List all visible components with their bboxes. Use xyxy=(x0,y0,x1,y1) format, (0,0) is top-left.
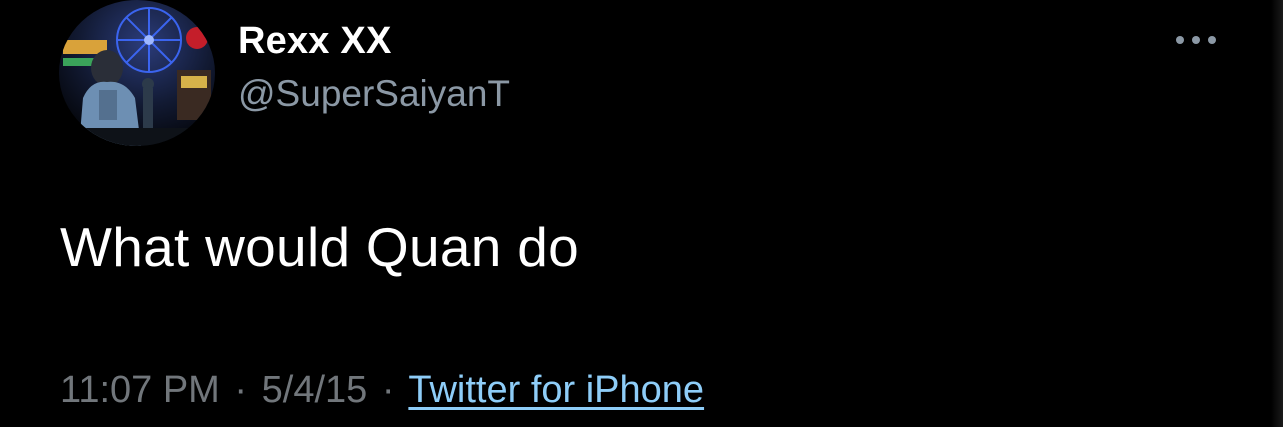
meta-separator: · xyxy=(381,369,395,411)
tweet-date[interactable]: 5/4/15 xyxy=(262,369,368,411)
tweet-card: Rexx XX @SuperSaiyanT What would Quan do… xyxy=(0,0,1283,427)
tweet-text: What would Quan do xyxy=(60,216,580,278)
avatar[interactable] xyxy=(59,0,215,146)
tweet-meta: 11:07 PM · 5/4/15 · Twitter for iPhone xyxy=(60,369,704,412)
more-horizontal-icon xyxy=(1176,36,1216,44)
tweet-source-link[interactable]: Twitter for iPhone xyxy=(408,369,704,411)
meta-separator: · xyxy=(234,369,248,411)
author-handle[interactable]: @SuperSaiyanT xyxy=(238,73,510,115)
tweet-time[interactable]: 11:07 PM xyxy=(60,369,220,411)
edge-shade xyxy=(1271,0,1283,427)
more-options-button[interactable] xyxy=(1170,22,1226,58)
author-display-name[interactable]: Rexx XX xyxy=(238,20,392,63)
avatar-photo xyxy=(59,0,215,146)
